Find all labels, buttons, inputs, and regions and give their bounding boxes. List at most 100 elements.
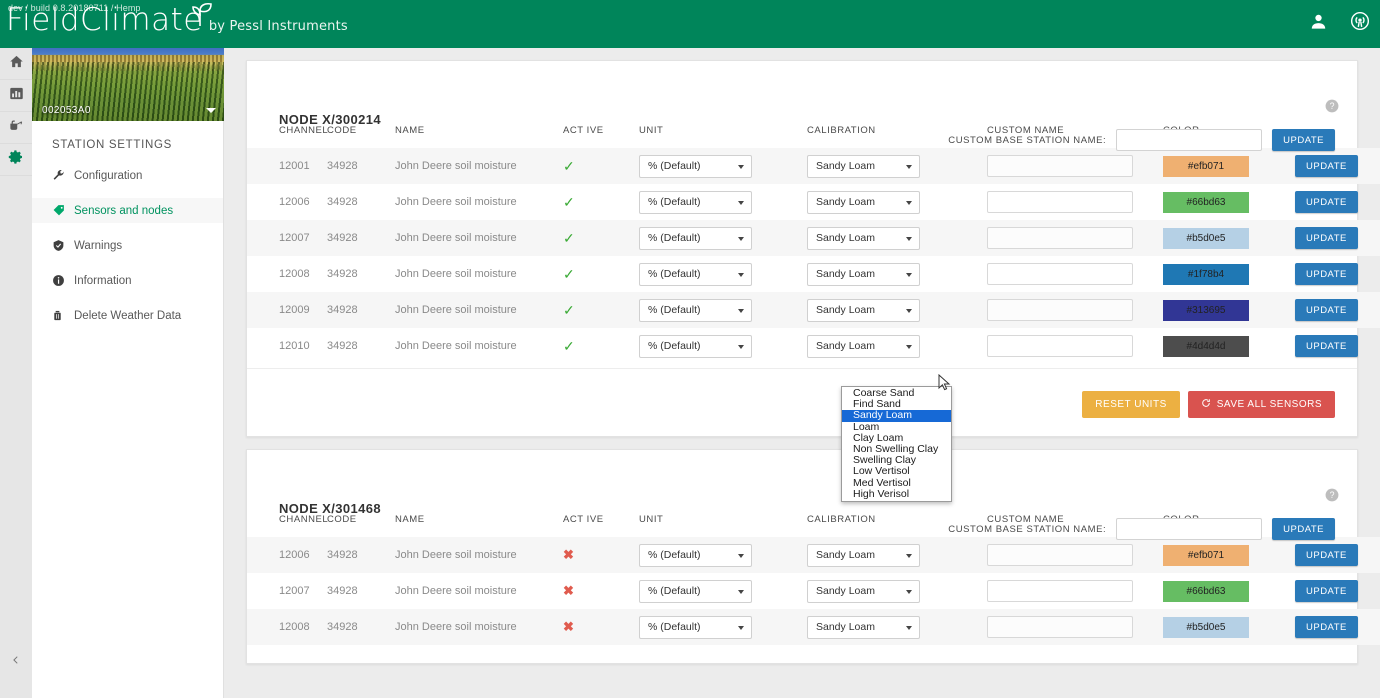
color-swatch[interactable]: #efb071	[1163, 155, 1249, 177]
calibration-select[interactable]: Sandy Loam	[807, 226, 920, 250]
cell-name: John Deere soil moisture	[395, 549, 517, 561]
rail-item-home[interactable]	[0, 48, 32, 80]
cell-color: #efb071	[1163, 537, 1295, 573]
cell-calibration: Sandy Loam	[807, 573, 987, 609]
row-update-button[interactable]: UPDATE	[1295, 616, 1358, 638]
sidebar-item-configuration[interactable]: Configuration	[32, 163, 223, 188]
cell-custom-name	[987, 573, 1163, 609]
row-update-button[interactable]: UPDATE	[1295, 191, 1358, 213]
cell-name: John Deere soil moisture	[395, 340, 517, 352]
row-update-button[interactable]: UPDATE	[1295, 155, 1358, 177]
unit-select[interactable]: % (Default)	[639, 226, 752, 250]
custom-name-input[interactable]	[987, 191, 1133, 213]
color-swatch[interactable]: #66bd63	[1163, 580, 1249, 602]
sidebar-item-delete-weather-data[interactable]: Delete Weather Data	[32, 303, 223, 328]
cell-active: ✓	[563, 220, 639, 256]
signal-icon[interactable]	[1350, 11, 1370, 31]
help-icon[interactable]: ?	[1325, 99, 1339, 118]
calibration-select[interactable]: Sandy Loam	[807, 543, 920, 567]
color-swatch[interactable]: #1f78b4	[1163, 263, 1249, 285]
color-swatch[interactable]: #66bd63	[1163, 191, 1249, 213]
station-photo[interactable]: 002053A0	[32, 48, 224, 121]
row-update-button[interactable]: UPDATE	[1295, 580, 1358, 602]
base-station-update-button[interactable]: UPDATE	[1272, 129, 1335, 151]
calibration-select[interactable]: Sandy Loam	[807, 298, 920, 322]
chevron-down-icon[interactable]	[206, 108, 216, 113]
unit-select[interactable]: % (Default)	[639, 298, 752, 322]
rail-item-irrigation[interactable]	[0, 112, 32, 144]
sidebar-item-information[interactable]: Information	[32, 268, 223, 293]
cell-custom-name	[987, 537, 1163, 573]
rail-item-settings[interactable]	[0, 144, 32, 176]
unit-select[interactable]: % (Default)	[639, 334, 752, 358]
row-update-button[interactable]: UPDATE	[1295, 299, 1358, 321]
active-check-icon: ✓	[563, 337, 575, 354]
base-station-name-input[interactable]	[1116, 129, 1263, 151]
unit-select[interactable]: % (Default)	[639, 543, 752, 567]
calibration-dropdown-list[interactable]: Coarse Sand Find Sand Sandy Loam Loam Clay L…	[841, 386, 952, 502]
row-update-button[interactable]: UPDATE	[1295, 227, 1358, 249]
cell-color: #b5d0e5	[1163, 609, 1295, 645]
sidebar-item-label: Sensors and nodes	[74, 204, 174, 217]
active-check-icon: ✓	[563, 157, 575, 174]
unit-select[interactable]: % (Default)	[639, 190, 752, 214]
cell-color: #66bd63	[1163, 184, 1295, 220]
base-station-update-button[interactable]: UPDATE	[1272, 518, 1335, 540]
sidebar-item-sensors-and-nodes[interactable]: Sensors and nodes	[32, 198, 223, 223]
row-update-button[interactable]: UPDATE	[1295, 263, 1358, 285]
cell-active: ✓	[563, 148, 639, 184]
unit-select[interactable]: % (Default)	[639, 579, 752, 603]
cell-name: John Deere soil moisture	[395, 232, 517, 244]
unit-select-value: % (Default)	[648, 232, 701, 244]
calibration-select[interactable]: Sandy Loam	[807, 190, 920, 214]
reset-units-button[interactable]: RESET UNITS	[1082, 391, 1180, 418]
calibration-option[interactable]: Sandy Loam	[842, 410, 951, 422]
custom-name-input[interactable]	[987, 544, 1133, 566]
cell-unit: % (Default)	[639, 537, 807, 573]
color-swatch[interactable]: #313695	[1163, 299, 1249, 321]
base-station-name-input[interactable]	[1116, 518, 1263, 540]
row-update-button[interactable]: UPDATE	[1295, 544, 1358, 566]
cell-code: 34928	[327, 304, 358, 316]
cell-actions: UPDATE	[1295, 148, 1380, 184]
custom-name-input[interactable]	[987, 299, 1133, 321]
chevron-down-icon	[738, 344, 744, 349]
chart-icon	[9, 86, 24, 106]
color-swatch[interactable]: #b5d0e5	[1163, 616, 1249, 638]
custom-name-input[interactable]	[987, 155, 1133, 177]
row-update-button[interactable]: UPDATE	[1295, 335, 1358, 357]
custom-name-input[interactable]	[987, 580, 1133, 602]
color-swatch[interactable]: #efb071	[1163, 544, 1249, 566]
calibration-select[interactable]: Sandy Loam	[807, 615, 920, 639]
calibration-select[interactable]: Sandy Loam	[807, 262, 920, 286]
calibration-option[interactable]: High Verisol	[842, 488, 951, 500]
info-icon	[52, 274, 74, 287]
custom-name-input[interactable]	[987, 227, 1133, 249]
cell-calibration: Sandy Loam	[807, 292, 987, 328]
calibration-option[interactable]: Low Vertisol	[842, 466, 951, 477]
calibration-option[interactable]: Med Vertisol	[842, 477, 951, 489]
unit-select[interactable]: % (Default)	[639, 154, 752, 178]
help-icon[interactable]: ?	[1325, 488, 1339, 507]
color-swatch[interactable]: #4d4d4d	[1163, 335, 1249, 357]
unit-select[interactable]: % (Default)	[639, 262, 752, 286]
calibration-select[interactable]: Sandy Loam	[807, 154, 920, 178]
col-header-unit: UNIT	[639, 514, 664, 525]
save-all-sensors-label: SAVE ALL SENSORS	[1216, 399, 1322, 410]
cell-custom-name	[987, 609, 1163, 645]
cell-code: 34928	[327, 621, 358, 633]
unit-select[interactable]: % (Default)	[639, 615, 752, 639]
calibration-select[interactable]: Sandy Loam	[807, 579, 920, 603]
chevron-down-icon	[906, 625, 912, 630]
color-swatch[interactable]: #b5d0e5	[1163, 227, 1249, 249]
save-all-sensors-button[interactable]: SAVE ALL SENSORS	[1187, 391, 1335, 418]
user-icon[interactable]	[1309, 12, 1328, 31]
sidebar-item-warnings[interactable]: Warnings	[32, 233, 223, 258]
custom-name-input[interactable]	[987, 335, 1133, 357]
custom-name-input[interactable]	[987, 263, 1133, 285]
rail-collapse-button[interactable]	[0, 648, 32, 676]
rail-item-charts[interactable]	[0, 80, 32, 112]
custom-name-input[interactable]	[987, 616, 1133, 638]
calibration-select[interactable]: Sandy Loam	[807, 334, 920, 358]
